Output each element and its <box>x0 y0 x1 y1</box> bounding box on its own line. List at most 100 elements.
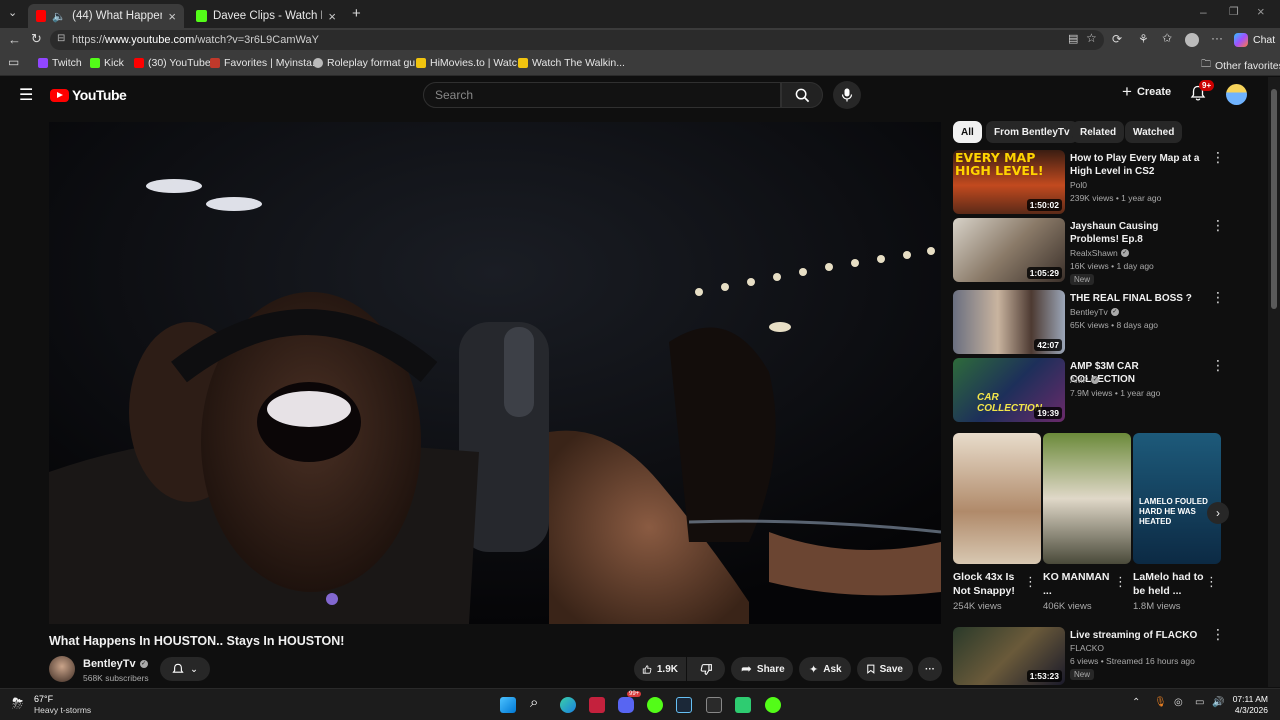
more-vertical-icon[interactable]: ⋮ <box>1114 574 1127 590</box>
display-icon[interactable]: ▭ <box>1195 697 1204 708</box>
more-vertical-icon[interactable]: ⋮ <box>1211 218 1225 232</box>
more-vertical-icon[interactable]: ⋮ <box>1211 627 1225 641</box>
more-vertical-icon[interactable]: ⋮ <box>1211 358 1225 372</box>
close-tab-icon[interactable]: × <box>328 9 336 24</box>
clock-date[interactable]: 4/3/2026 <box>1232 705 1268 715</box>
restore-icon[interactable]: ❐ <box>1229 5 1239 18</box>
windows-start-icon[interactable] <box>500 697 516 713</box>
edge-browser-icon[interactable] <box>560 697 576 713</box>
share-button[interactable]: ➦ Share <box>731 657 793 681</box>
subscriber-count: 568K subscribers <box>83 673 149 683</box>
tray-overflow-chevron-icon[interactable]: ⌃ <box>1132 697 1140 708</box>
weather-widget[interactable]: ⛈ <box>12 695 30 713</box>
more-vertical-icon[interactable]: ⋮ <box>1205 574 1218 590</box>
refresh-icon[interactable]: ↻ <box>31 31 42 47</box>
tab-actions-chevron-icon[interactable]: ⌄ <box>8 6 17 19</box>
recommendation-item[interactable]: CAR COLLECTION 19:39 AMP $3M CAR COLLECT… <box>953 358 1225 422</box>
favorite-star-icon[interactable]: ☆ <box>1086 31 1097 45</box>
chat-button-label[interactable]: Chat <box>1253 34 1275 46</box>
recommendation-item[interactable]: 1:53:23 Live streaming of FLACKO FLACKO … <box>953 627 1225 691</box>
video-duration: 1:50:02 <box>1026 199 1062 211</box>
voice-search-button[interactable] <box>833 81 861 109</box>
close-window-icon[interactable]: × <box>1257 4 1265 19</box>
create-label: Create <box>1136 86 1172 98</box>
tab-youtube[interactable]: 🔈 (44) What Happens In HOUSTO × <box>28 4 184 28</box>
short-thumbnail[interactable] <box>1043 433 1131 564</box>
more-menu-icon[interactable]: ··· <box>1211 31 1223 45</box>
recommendation-item[interactable]: EVERY MAP HIGH LEVEL! 1:50:02 How to Pla… <box>953 150 1225 214</box>
page-scrollbar[interactable] <box>1268 77 1280 687</box>
more-vertical-icon[interactable]: ⋮ <box>1211 150 1225 164</box>
xbox-app-icon[interactable] <box>706 697 722 713</box>
new-tab-icon[interactable]: + <box>352 5 361 22</box>
site-info-icon[interactable]: ⊟ <box>57 33 65 44</box>
bookmark-twitch[interactable]: Twitch <box>38 57 82 69</box>
clock-time[interactable]: 07:11 AM <box>1232 694 1268 704</box>
shorts-next-arrow-icon[interactable]: › <box>1207 502 1229 524</box>
microphone-in-use-icon[interactable]: 🎙 <box>1154 697 1167 708</box>
channel-avatar[interactable] <box>49 656 75 682</box>
extensions-icon[interactable]: ⚘ <box>1138 32 1149 46</box>
app-green-icon[interactable] <box>735 697 751 713</box>
recommendation-item[interactable]: 42:07 THE REAL FINAL BOSS ? BentleyTv ✓ 6… <box>953 290 1225 354</box>
app-a-icon[interactable] <box>589 697 605 713</box>
like-button[interactable]: 1.9K <box>634 657 686 681</box>
channel-name[interactable]: BentleyTv ✓ <box>83 658 148 670</box>
microphone-icon <box>841 88 853 102</box>
network-icon[interactable]: ◎ <box>1174 697 1183 708</box>
volume-icon[interactable]: 🔊 <box>1212 697 1224 708</box>
copilot-icon[interactable] <box>1234 33 1248 47</box>
favorites-icon[interactable]: ✩ <box>1162 31 1172 45</box>
close-tab-icon[interactable]: × <box>168 9 176 24</box>
bookmark-youtube[interactable]: (30) YouTube <box>134 57 211 69</box>
bookmark-walking[interactable]: Watch The Walkin... <box>518 57 625 69</box>
minimize-icon[interactable]: – <box>1200 5 1207 19</box>
chip-related[interactable]: Related <box>1072 121 1125 143</box>
dislike-button[interactable] <box>687 657 725 681</box>
more-actions-button[interactable]: ··· <box>918 657 942 681</box>
hamburger-menu-icon[interactable]: ☰ <box>19 85 33 105</box>
discord-badge: 99+ <box>627 691 642 697</box>
short-thumbnail[interactable]: LAMELO FOULED HARD HE WAS HEATED <box>1133 433 1221 564</box>
recommendation-item[interactable]: 1:05:29 Jayshaun Causing Problems! Ep.8 … <box>953 218 1225 285</box>
create-button[interactable]: + Create <box>1122 83 1172 100</box>
save-label: Save <box>879 663 903 675</box>
other-favorites[interactable]: 🗀 Other favorites <box>1201 57 1280 74</box>
chip-from-bentleytv[interactable]: From BentleyTv <box>986 121 1078 143</box>
account-avatar[interactable] <box>1226 84 1247 105</box>
taskbar-search-icon[interactable]: ⌕ <box>530 694 538 711</box>
bookmark-myinsta[interactable]: Favorites | Myinsta... <box>210 57 321 69</box>
subscribed-bell-button[interactable]: ⌄ <box>160 657 210 681</box>
ask-button[interactable]: ✦ Ask <box>799 657 851 681</box>
more-vertical-icon[interactable]: ⋮ <box>1024 574 1037 590</box>
chip-all[interactable]: All <box>953 121 982 143</box>
save-button[interactable]: Save <box>857 657 913 681</box>
chip-watched[interactable]: Watched <box>1125 121 1183 143</box>
notifications-button[interactable]: 9+ <box>1190 80 1215 107</box>
youtube-logo[interactable]: YouTube <box>50 87 127 103</box>
discord-icon[interactable] <box>618 697 634 713</box>
video-title: Jayshaun Causing Problems! Ep.8 <box>1070 221 1159 245</box>
more-vertical-icon[interactable]: ⋮ <box>1211 290 1225 304</box>
kick-app-icon-2[interactable] <box>765 697 781 713</box>
bookmark-roleplay[interactable]: Roleplay format gu... <box>313 57 424 69</box>
short-thumbnail[interactable] <box>953 433 1041 564</box>
scrollbar-thumb[interactable] <box>1271 89 1277 309</box>
kick-app-icon[interactable] <box>647 697 663 713</box>
video-duration: 1:05:29 <box>1026 267 1062 279</box>
reader-mode-icon[interactable]: ▤ <box>1068 32 1078 45</box>
search-button[interactable] <box>781 82 823 108</box>
video-player[interactable] <box>49 122 941 624</box>
back-arrow-icon[interactable]: ← <box>8 32 21 47</box>
extension-refresh-icon[interactable]: ⟳ <box>1112 32 1122 46</box>
kick-favicon <box>196 10 207 22</box>
steam-icon[interactable] <box>676 697 692 713</box>
bookmark-kick[interactable]: Kick <box>90 57 124 69</box>
url-field[interactable]: ⊟ https://www.youtube.com/watch?v=3r6L9C… <box>50 30 1104 50</box>
tab-kick[interactable]: Davee Clips - Watch Live on Kick × <box>188 4 344 28</box>
audio-speaker-icon[interactable]: 🔈 <box>52 10 66 23</box>
reading-list-icon[interactable]: ▭ <box>8 55 19 69</box>
bookmark-himovies[interactable]: HiMovies.to | Watc... <box>416 57 526 69</box>
profile-avatar-icon[interactable] <box>1185 33 1199 47</box>
search-input[interactable]: Search <box>423 82 781 108</box>
